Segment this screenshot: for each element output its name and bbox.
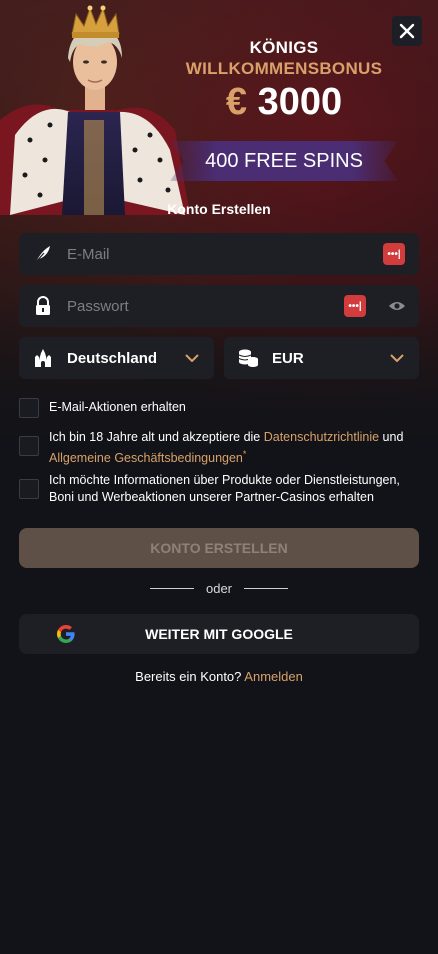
- create-account-button[interactable]: KONTO ERSTELLEN: [19, 528, 419, 568]
- country-value: Deutschland: [67, 349, 158, 367]
- terms-conditions-link[interactable]: Allgemeine Geschäftsbedingungen: [49, 451, 243, 465]
- bonus-amount: € 3000: [170, 81, 398, 124]
- coins-icon: [224, 348, 272, 368]
- google-signin-button[interactable]: WEITER MIT GOOGLE: [19, 614, 419, 654]
- password-generator-slot: •••|: [369, 243, 419, 265]
- bonus-title: KÖNIGS: [249, 38, 319, 57]
- password-field[interactable]: •••|: [19, 285, 419, 327]
- email-field[interactable]: •••|: [19, 233, 419, 275]
- free-spins-banner: 400 FREE SPINS: [170, 141, 398, 181]
- terms-checkbox-row: Ich bin 18 Jahre alt und akzeptiere die …: [19, 429, 419, 467]
- email-input[interactable]: [67, 245, 369, 263]
- free-spins-label: 400 FREE SPINS: [205, 149, 363, 172]
- currency-select[interactable]: EUR: [224, 337, 419, 379]
- partners-checkbox-row: Ich möchte Informationen über Produkte o…: [19, 472, 419, 506]
- login-prompt: Bereits ein Konto? Anmelden: [0, 669, 438, 684]
- chevron-down-icon: [375, 354, 419, 362]
- terms-text-prefix: Ich bin 18 Jahre alt und akzeptiere die: [49, 430, 264, 444]
- promo-checkbox-row: E-Mail-Aktionen erhalten: [19, 398, 186, 418]
- password-input[interactable]: [67, 297, 335, 315]
- terms-text-and: und: [379, 430, 404, 444]
- form-title: Konto Erstellen: [167, 201, 271, 217]
- bonus-value: 3000: [257, 81, 343, 123]
- bonus-currency: €: [225, 81, 248, 123]
- password-dots-icon[interactable]: •••|: [383, 243, 405, 265]
- login-prompt-text: Bereits ein Konto?: [135, 669, 242, 684]
- or-divider: oder: [0, 581, 438, 596]
- google-button-label: WEITER MIT GOOGLE: [145, 626, 293, 642]
- lock-icon: [19, 296, 67, 316]
- currency-value: EUR: [272, 349, 304, 367]
- eye-icon[interactable]: [375, 300, 419, 312]
- divider-line-right: [244, 588, 289, 589]
- terms-checkbox[interactable]: [19, 436, 39, 456]
- terms-checkbox-label: Ich bin 18 Jahre alt und akzeptiere die …: [49, 429, 419, 467]
- password-dots-icon[interactable]: •••|: [344, 295, 366, 317]
- partners-checkbox[interactable]: [19, 479, 39, 499]
- password-generator-slot: •••|: [335, 295, 375, 317]
- partners-checkbox-label: Ich möchte Informationen über Produkte o…: [49, 473, 400, 504]
- privacy-policy-link[interactable]: Datenschutzrichtlinie: [264, 430, 379, 444]
- divider-line-left: [149, 588, 194, 589]
- castle-icon: [19, 348, 67, 368]
- login-link[interactable]: Anmelden: [244, 669, 303, 684]
- country-select[interactable]: Deutschland: [19, 337, 214, 379]
- bonus-subtitle: WILLKOMMENSBONUS: [185, 59, 383, 78]
- divider-label: oder: [205, 581, 233, 596]
- welcome-bonus: KÖNIGS WILLKOMMENSBONUS € 3000: [170, 38, 398, 124]
- close-icon: [399, 23, 415, 39]
- feather-icon: [19, 244, 67, 264]
- chevron-down-icon: [170, 354, 214, 362]
- required-marker: *: [242, 449, 247, 459]
- promo-checkbox-label: E-Mail-Aktionen erhalten: [49, 400, 186, 414]
- promo-checkbox[interactable]: [19, 398, 39, 418]
